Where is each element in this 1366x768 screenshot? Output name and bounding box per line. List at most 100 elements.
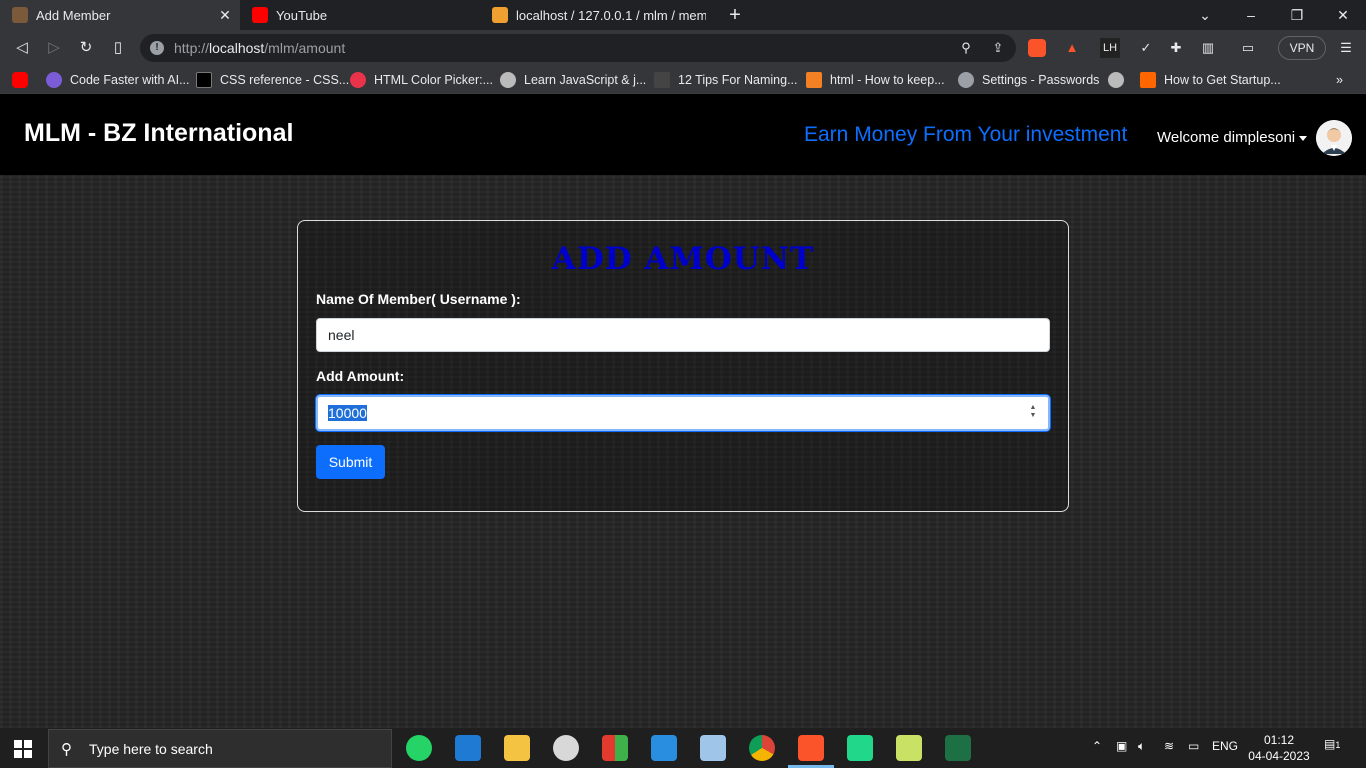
volume-icon[interactable]: 🔈︎ <box>1138 739 1145 754</box>
caret-down-icon <box>1299 135 1308 141</box>
site-info-icon[interactable]: ! <box>150 41 164 55</box>
globe-icon <box>500 72 516 88</box>
wallet-icon[interactable]: ▭ <box>1238 38 1258 58</box>
globe-icon <box>1108 72 1124 88</box>
chrome-icon[interactable] <box>749 735 775 761</box>
bookmark-item[interactable]: CSS reference - CSS... <box>196 70 349 90</box>
bookmark-item[interactable]: HTML Color Picker:... <box>350 70 493 90</box>
media-player-icon[interactable] <box>553 735 579 761</box>
number-spinner-icon[interactable]: ▲ ▼ <box>1028 404 1038 420</box>
reload-icon[interactable]: ↻ <box>76 38 96 58</box>
brave-shields-icon[interactable] <box>1028 39 1046 57</box>
notification-count-badge: 1 <box>1335 740 1341 750</box>
close-tab-icon[interactable]: ✕ <box>216 6 234 24</box>
menu-icon[interactable]: ☰ <box>1336 38 1356 58</box>
taskbar-search[interactable]: ⚲ Type here to search <box>48 729 392 768</box>
forward-icon[interactable]: ▷ <box>44 38 64 58</box>
notification-center-icon[interactable]: ▤1 <box>1324 737 1340 751</box>
battery-icon[interactable]: ▭ <box>1188 739 1199 753</box>
bookmark-icon[interactable]: ▯ <box>108 38 128 58</box>
excel-icon[interactable] <box>945 735 971 761</box>
vscode-icon[interactable] <box>651 735 677 761</box>
clock-time: 01:12 <box>1263 733 1295 747</box>
search-placeholder: Type here to search <box>89 741 213 757</box>
tab-search-chevron-icon[interactable]: ⌄ <box>1182 0 1228 30</box>
notepad-icon[interactable] <box>896 735 922 761</box>
minimize-icon[interactable]: – <box>1228 0 1274 30</box>
language-indicator[interactable]: ENG <box>1212 739 1238 753</box>
clock-date: 04-04-2023 <box>1248 749 1310 763</box>
bookmark-item[interactable]: html - How to keep... <box>806 70 945 90</box>
amount-input[interactable]: 10000 ▲ ▼ <box>316 395 1050 431</box>
wifi-icon[interactable]: ≋ <box>1164 739 1174 753</box>
avatar[interactable] <box>1316 120 1352 156</box>
user-menu-dropdown[interactable]: Welcome dimplesoni <box>1157 129 1308 146</box>
bookmark-item[interactable]: How to Get Startup... <box>1140 70 1281 90</box>
extensions-puzzle-icon[interactable]: ✚ <box>1166 38 1186 58</box>
tab-label: Add Member <box>36 7 111 23</box>
youtube-icon <box>12 72 28 88</box>
amount-label: Add Amount: <box>316 368 405 384</box>
form-title: ADD AMOUNT <box>551 241 815 277</box>
file-explorer-icon[interactable] <box>504 735 530 761</box>
office-icon[interactable] <box>602 735 628 761</box>
site-navbar: MLM - BZ International Earn Money From Y… <box>0 95 1366 175</box>
more-bookmarks-icon[interactable]: » <box>1336 70 1343 90</box>
back-icon[interactable]: ◁ <box>12 38 32 58</box>
restore-icon[interactable]: ❐ <box>1274 0 1320 30</box>
tab-phpmyadmin[interactable]: localhost / 127.0.0.1 / mlm / members <box>480 0 720 30</box>
member-name-input[interactable]: neel <box>316 318 1050 352</box>
system-clock[interactable]: 01:12 04-04-2023 <box>1248 732 1310 764</box>
user-avatar-icon <box>1316 120 1352 156</box>
bookmark-item[interactable]: Code Faster with AI... <box>46 70 190 90</box>
gear-icon <box>958 72 974 88</box>
codeium-icon <box>46 72 62 88</box>
mdn-icon <box>196 72 212 88</box>
browser-toolbar: ◁ ▷ ↻ ▯ ! http://localhost/mlm/amount ⚲ … <box>0 30 1366 66</box>
ycombinator-icon <box>1140 72 1156 88</box>
bookmark-item[interactable]: 12 Tips For Naming... <box>654 70 798 90</box>
virtualbox-icon[interactable] <box>700 735 726 761</box>
stackoverflow-icon <box>806 72 822 88</box>
tab-youtube[interactable]: YouTube <box>240 0 480 30</box>
extension-badge-icon[interactable]: ✓ <box>1136 38 1156 58</box>
bookmark-item[interactable] <box>1108 70 1132 90</box>
page-content: MLM - BZ International Earn Money From Y… <box>0 95 1366 728</box>
show-hidden-icons-icon[interactable]: ⌃ <box>1092 739 1102 753</box>
sidebar-icon[interactable]: ▥ <box>1198 38 1218 58</box>
brave-icon[interactable] <box>788 735 834 768</box>
freecodecamp-icon <box>654 72 670 88</box>
bookmark-item[interactable]: Settings - Passwords <box>958 70 1099 90</box>
tab-add-member[interactable]: Add Member ✕ <box>0 0 240 30</box>
share-icon[interactable]: ⇪ <box>988 38 1008 58</box>
amount-value: 10000 <box>328 405 367 421</box>
color-picker-icon <box>350 72 366 88</box>
lighthouse-extension-icon[interactable]: LH <box>1100 38 1120 58</box>
window-close-icon[interactable]: ✕ <box>1320 0 1366 30</box>
brave-rewards-icon[interactable]: ▲ <box>1062 38 1082 58</box>
bookmark-youtube[interactable] <box>12 70 36 90</box>
site-tagline: Earn Money From Your investment <box>804 123 1128 146</box>
tab-label: YouTube <box>276 7 328 23</box>
zoom-icon[interactable]: ⚲ <box>956 38 976 58</box>
member-name-label: Name Of Member( Username ): <box>316 291 521 307</box>
pycharm-icon[interactable] <box>847 735 873 761</box>
windows-start-icon[interactable] <box>14 740 32 758</box>
phpmyadmin-icon <box>492 7 508 23</box>
bookmark-item[interactable]: Learn JavaScript & j... <box>500 70 646 90</box>
tab-label: localhost / 127.0.0.1 / mlm / members <box>516 7 706 23</box>
vpn-button[interactable]: VPN <box>1278 36 1326 60</box>
whatsapp-icon[interactable] <box>406 735 432 761</box>
new-tab-icon[interactable]: + <box>720 0 750 30</box>
submit-button[interactable]: Submit <box>316 445 385 479</box>
bookmarks-bar: Code Faster with AI... CSS reference - C… <box>0 66 1366 94</box>
youtube-icon <box>252 7 268 23</box>
windows-taskbar: ⚲ Type here to search ⌃ ▣ 🔈︎ ≋ ▭ ENG 01:… <box>0 728 1366 768</box>
address-bar[interactable]: ! http://localhost/mlm/amount ⚲ ⇪ <box>140 34 1016 62</box>
store-icon[interactable] <box>455 735 481 761</box>
site-brand[interactable]: MLM - BZ International <box>24 119 293 148</box>
meet-now-icon[interactable]: ▣ <box>1116 739 1127 753</box>
member-name-value: neel <box>328 327 355 343</box>
url-text: http://localhost/mlm/amount <box>174 40 346 56</box>
site-favicon-icon <box>12 7 28 23</box>
